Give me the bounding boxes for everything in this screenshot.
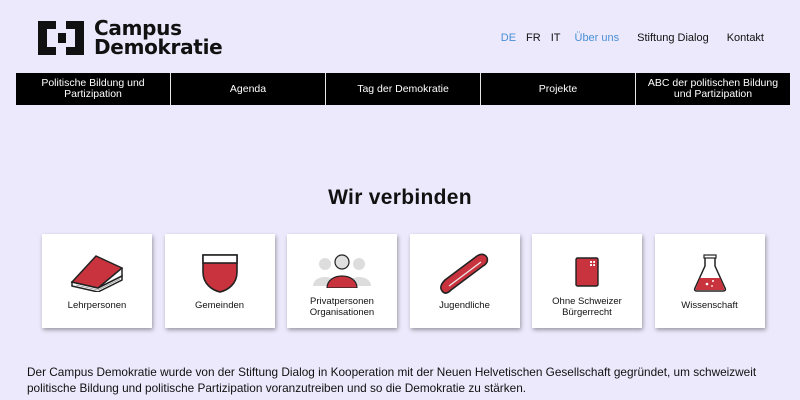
card-label: Ohne Schweizer Bürgerrecht	[532, 296, 642, 318]
card-label-line-1: Privatpersonen	[310, 296, 374, 307]
foundation-link[interactable]: Stiftung Dialog	[637, 32, 709, 44]
logo-mark-icon	[38, 21, 84, 55]
intro-paragraph: Der Campus Demokratie wurde von der Stif…	[27, 365, 757, 395]
nav-item-politische-bildung[interactable]: Politische Bildung und Partizipation	[16, 73, 171, 105]
lang-it-link[interactable]: IT	[551, 32, 561, 44]
card-label: Privatpersonen Organisationen	[287, 296, 397, 318]
site-header: Campus Demokratie DE FR IT Über uns Stif…	[0, 0, 800, 72]
skateboard-icon	[439, 253, 488, 294]
nav-item-tag-der-demokratie[interactable]: Tag der Demokratie	[326, 73, 481, 105]
lang-de-link[interactable]: DE	[501, 32, 516, 44]
card-label: Jugendliche	[439, 300, 490, 311]
card-label: Wissenschaft	[681, 300, 738, 311]
card-label-line-1: Ohne Schweizer	[552, 296, 622, 307]
nav-item-agenda[interactable]: Agenda	[171, 73, 326, 105]
logo[interactable]: Campus Demokratie	[36, 18, 223, 59]
logo-line-2: Demokratie	[94, 35, 223, 59]
card-label-line-2: Organisationen	[309, 307, 375, 318]
audience-cards: Lehrpersonen Gemeinden Privatpersonen Or…	[42, 234, 765, 328]
card-label-line-2: Bürgerrecht	[562, 307, 612, 318]
people-icon	[313, 254, 371, 288]
flask-icon	[693, 254, 726, 292]
card-label: Gemeinden	[194, 300, 245, 311]
logo-wordmark: Campus Demokratie	[94, 18, 223, 59]
card-label: Lehrpersonen	[67, 300, 127, 311]
about-link[interactable]: Über uns	[575, 32, 620, 44]
book-icon	[70, 255, 124, 292]
contact-link[interactable]: Kontakt	[727, 32, 764, 44]
lang-fr-link[interactable]: FR	[526, 32, 541, 44]
card-jugendliche[interactable]: Jugendliche	[409, 234, 520, 328]
card-gemeinden[interactable]: Gemeinden	[164, 234, 275, 328]
card-privatpersonen-organisationen[interactable]: Privatpersonen Organisationen	[287, 234, 397, 328]
section-title: Wir verbinden	[328, 186, 472, 209]
top-navigation: DE FR IT Über uns Stiftung Dialog Kontak…	[491, 32, 764, 44]
card-ohne-schweizer-buergerrecht[interactable]: Ohne Schweizer Bürgerrecht	[532, 234, 642, 328]
shield-icon	[201, 254, 238, 293]
nav-item-abc[interactable]: ABC der politischen Bildung und Partizip…	[636, 73, 790, 105]
nav-item-projekte[interactable]: Projekte	[481, 73, 636, 105]
card-wissenschaft[interactable]: Wissenschaft	[654, 234, 765, 328]
passport-icon	[575, 257, 599, 287]
card-lehrpersonen[interactable]: Lehrpersonen	[42, 234, 152, 328]
main-navigation: Politische Bildung und Partizipation Age…	[16, 73, 790, 105]
